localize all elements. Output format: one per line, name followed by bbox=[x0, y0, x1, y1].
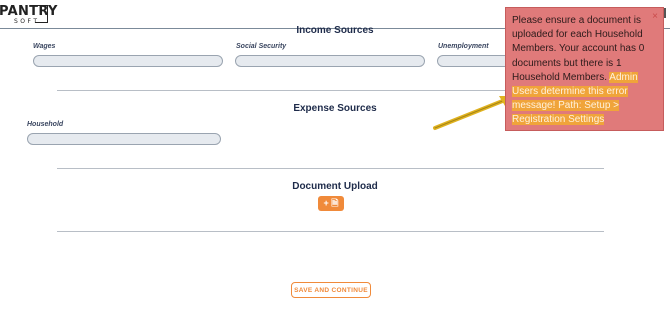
household-label: Household bbox=[27, 121, 64, 128]
document-upload-title: Document Upload bbox=[292, 181, 378, 192]
unemployment-label: Unemployment bbox=[438, 43, 489, 50]
logo-text: PANTRY bbox=[0, 4, 58, 19]
social-security-input[interactable] bbox=[235, 55, 425, 67]
logo-box-icon bbox=[35, 5, 48, 23]
save-and-continue-button[interactable]: SAVE AND CONTINUE bbox=[291, 282, 371, 298]
social-security-label: Social Security bbox=[236, 43, 287, 50]
divider bbox=[57, 168, 604, 169]
close-icon[interactable]: × bbox=[652, 10, 658, 24]
error-toast: × Please ensure a document is uploaded f… bbox=[505, 7, 664, 131]
add-document-button[interactable]: + 🗎 bbox=[318, 196, 344, 211]
household-input[interactable] bbox=[27, 133, 221, 145]
annotation-arrow-icon bbox=[433, 96, 511, 130]
wages-label: Wages bbox=[33, 43, 56, 50]
divider bbox=[57, 231, 604, 232]
wages-input[interactable] bbox=[33, 55, 223, 67]
